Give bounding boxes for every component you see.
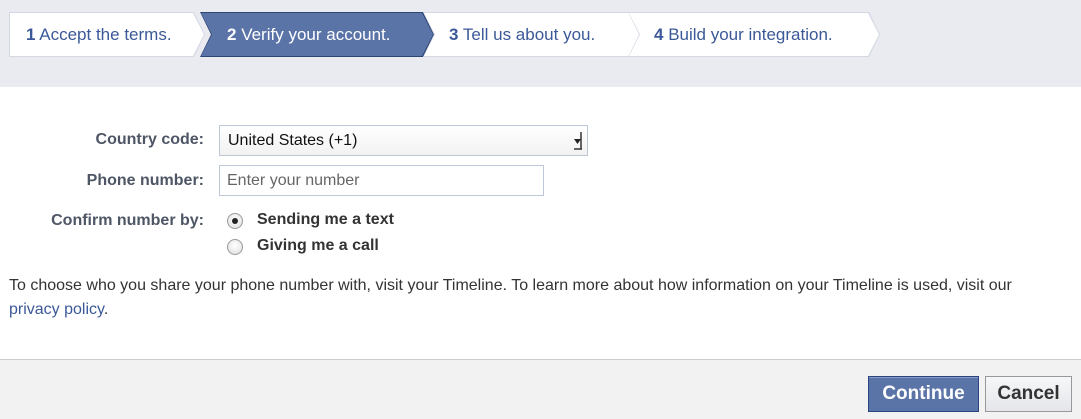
step-verify-account[interactable]: 2 Verify your account. [200,12,434,57]
dropdown-arrow-icon [574,132,582,150]
privacy-policy-link[interactable]: privacy policy [9,301,104,318]
country-code-select[interactable]: United States (+1) [219,125,588,156]
cancel-button[interactable]: Cancel [985,376,1072,412]
radio-label-call: Giving me a call [257,237,379,254]
step-number: 1 [26,25,36,44]
country-code-label: Country code: [95,131,204,148]
step-number: 3 [449,25,459,44]
radio-checked-icon[interactable] [227,213,243,229]
step-number: 2 [227,25,237,44]
dialog-footer: Continue Cancel [0,359,1081,419]
continue-button[interactable]: Continue [868,376,979,412]
confirm-number-label: Confirm number by: [51,212,204,229]
radio-unchecked-icon[interactable] [227,239,243,255]
privacy-info-text: To choose who you share your phone numbe… [9,274,1059,322]
step-tell-us-about-you[interactable]: 3 Tell us about you. [423,12,643,57]
step-label: Tell us about you. [462,25,596,44]
country-code-value: United States (+1) [228,132,358,149]
step-label: Accept the terms. [39,25,172,44]
progress-header: 1 Accept the terms. 2 Verify your accoun… [0,0,1081,87]
phone-number-label: Phone number: [86,172,204,189]
step-accept-terms[interactable]: 1 Accept the terms. [9,12,205,57]
step-label: Verify your account. [241,25,391,44]
step-number: 4 [654,25,664,44]
info-end: . [103,301,109,318]
radio-label-text: Sending me a text [257,211,394,228]
step-label: Build your integration. [668,25,833,44]
info-text: To choose who you share your phone numbe… [9,277,1012,294]
step-build-integration[interactable]: 4 Build your integration. [628,12,880,57]
phone-number-input[interactable] [219,165,544,196]
